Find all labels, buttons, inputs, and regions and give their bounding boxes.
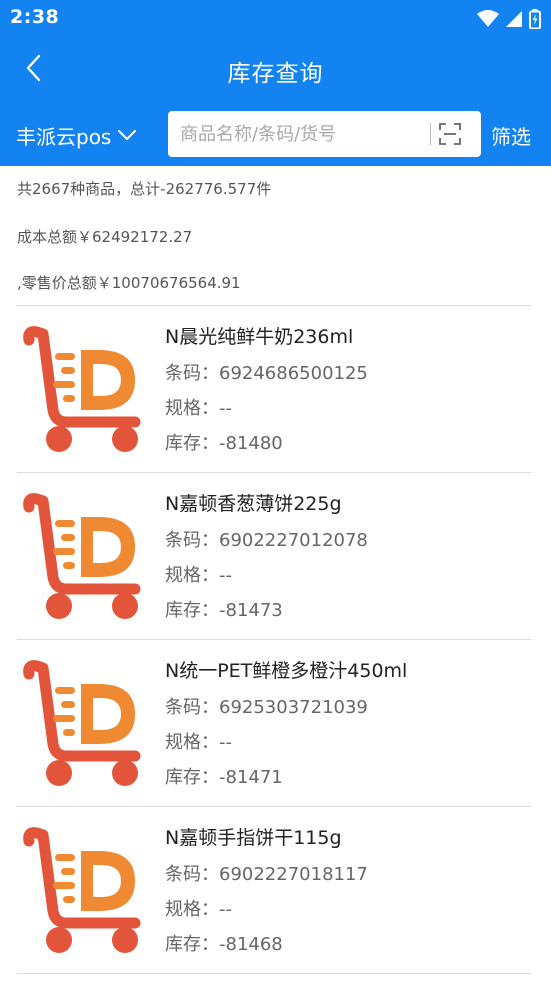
scan-icon[interactable] xyxy=(438,122,462,146)
list-divider xyxy=(17,973,531,974)
chevron-down-icon xyxy=(118,130,137,140)
product-stock: 库存：-81471 xyxy=(165,767,283,788)
product-barcode: 条码：6902227018117 xyxy=(165,864,368,885)
search-divider xyxy=(430,123,431,145)
product-item[interactable]: N嘉顿香葱薄饼225g 条码：6902227012078 规格：-- 库存：-8… xyxy=(17,472,531,639)
product-spec: 规格：-- xyxy=(165,732,232,753)
product-spec: 规格：-- xyxy=(165,398,232,419)
search-box xyxy=(168,111,481,157)
shopping-cart-icon xyxy=(23,326,141,452)
wifi-icon xyxy=(477,10,499,27)
title-bar: 库存查询 xyxy=(0,38,551,102)
store-name: 丰派云pos xyxy=(16,124,112,149)
product-name: N统一PET鲜橙多橙汁450ml xyxy=(165,660,408,682)
product-barcode: 条码：6902227012078 xyxy=(165,530,368,551)
product-name: N晨光纯鲜牛奶236ml xyxy=(165,326,354,348)
product-spec: 规格：-- xyxy=(165,899,232,920)
summary-retail-total: ,零售价总额￥10070676564.91 xyxy=(17,274,241,292)
signal-icon xyxy=(506,11,522,27)
product-item[interactable]: N统一PET鲜橙多橙汁450ml 条码：6925303721039 规格：-- … xyxy=(17,639,531,806)
status-time: 2:38 xyxy=(10,6,60,28)
product-name: N嘉顿香葱薄饼225g xyxy=(165,493,342,515)
status-icons xyxy=(477,8,541,30)
product-spec: 规格：-- xyxy=(165,565,232,586)
shopping-cart-icon xyxy=(23,827,141,953)
search-bar: 丰派云pos 筛选 xyxy=(0,102,551,166)
product-item[interactable]: N晨光纯鲜牛奶236ml 条码：6924686500125 规格：-- 库存：-… xyxy=(17,305,531,472)
filter-button[interactable]: 筛选 xyxy=(491,121,531,150)
product-barcode: 条码：6925303721039 xyxy=(165,697,368,718)
product-name: N嘉顿手指饼干115g xyxy=(165,827,342,849)
search-input[interactable] xyxy=(180,111,420,157)
product-stock: 库存：-81473 xyxy=(165,600,283,621)
product-item[interactable]: N嘉顿手指饼干115g 条码：6902227018117 规格：-- 库存：-8… xyxy=(17,806,531,973)
store-selector[interactable]: 丰派云pos xyxy=(16,120,137,150)
product-stock: 库存：-81468 xyxy=(165,934,283,955)
shopping-cart-icon xyxy=(23,660,141,786)
status-bar: 2:38 xyxy=(0,0,551,38)
product-barcode: 条码：6924686500125 xyxy=(165,363,368,384)
summary-cost-total: 成本总额￥62492172.27 xyxy=(17,228,193,246)
battery-icon xyxy=(529,9,541,29)
shopping-cart-icon xyxy=(23,493,141,619)
summary-count: 共2667种商品，总计-262776.577件 xyxy=(17,180,272,198)
product-stock: 库存：-81480 xyxy=(165,433,283,454)
page-title: 库存查询 xyxy=(227,61,324,87)
